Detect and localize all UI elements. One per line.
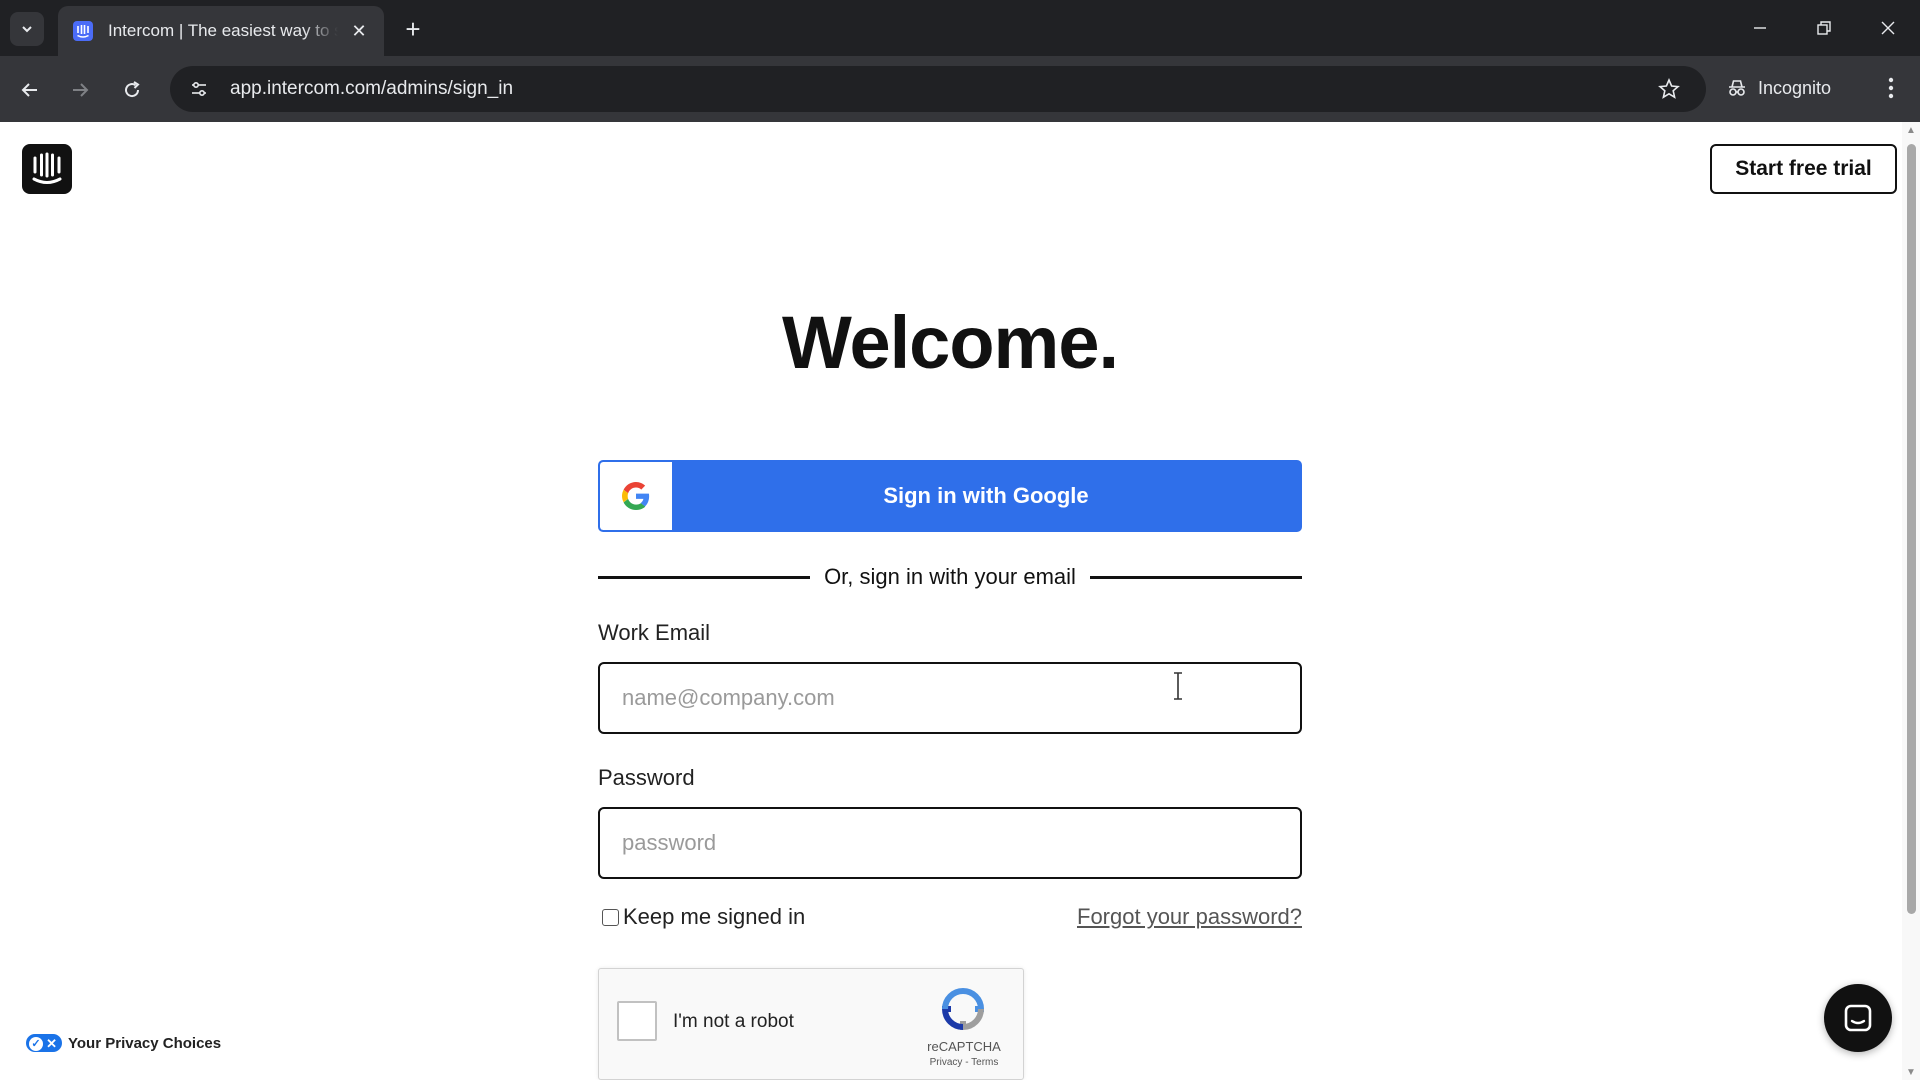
password-label: Password [598,765,695,790]
start-free-trial-button[interactable]: Start free trial [1710,144,1897,194]
browser-tab[interactable]: Intercom | The easiest way to se ✕ [58,6,384,56]
recaptcha-checkbox[interactable] [617,1001,657,1041]
divider-line [1089,575,1302,579]
keep-signed-in-label: Keep me signed in [623,904,806,929]
intercom-logo[interactable] [22,144,72,194]
text-cursor-icon [1174,672,1182,700]
forgot-password-link[interactable]: Forgot your password? [1060,904,1302,930]
tune-icon [192,81,206,97]
minimize-button[interactable] [1736,8,1784,48]
back-button[interactable] [12,72,48,108]
page-scrollbar[interactable]: ▲ ▼ [1902,122,1920,1080]
browser-tab-bar: Intercom | The easiest way to se ✕ + [0,0,1920,56]
reload-icon [125,81,140,98]
window-close-button[interactable] [1864,8,1912,48]
or-divider: Or, sign in with your email [598,562,1302,592]
sign-in-with-google-button[interactable]: Sign in with Google [598,460,1302,532]
tab-search-button[interactable] [10,12,44,46]
bookmark-button[interactable] [1654,74,1684,104]
forward-button[interactable] [62,72,98,108]
chat-icon [1844,1004,1872,1032]
intercom-logo-icon [32,152,62,184]
plus-icon: + [405,13,421,44]
arrow-left-icon [21,83,37,97]
incognito-icon [1729,80,1745,96]
password-field[interactable] [598,807,1302,879]
restore-button[interactable] [1800,8,1848,48]
scroll-down-icon[interactable]: ▼ [1906,1068,1916,1078]
arrow-right-icon [73,83,89,97]
site-info-button[interactable] [182,72,216,106]
divider-text: Or, sign in with your email [824,564,1076,589]
minimize-icon [1754,27,1766,29]
url-text: app.intercom.com/admins/sign_in [230,78,514,99]
recaptcha-terms-link[interactable]: Privacy - Terms [919,1057,1009,1068]
incognito-indicator[interactable]: Incognito [1726,66,1831,110]
privacy-toggle-icon: ✓ ✕ [26,1034,62,1052]
chevron-down-icon [22,26,32,33]
browser-menu-button[interactable] [1876,70,1906,106]
google-icon [600,462,672,530]
email-label: Work Email [598,620,711,645]
keep-signed-in[interactable]: Keep me signed in [602,904,805,930]
email-field[interactable] [598,662,1302,734]
more-vertical-icon [1888,77,1894,99]
restore-icon [1817,21,1831,35]
recaptcha-label: I'm not a robot [673,1011,794,1032]
page-title: Welcome. [781,301,1119,384]
privacy-choices-label: Your Privacy Choices [68,1034,222,1052]
recaptcha-brand: reCAPTCHA [927,1039,1001,1054]
intercom-favicon-icon [72,20,94,42]
keep-signed-in-checkbox[interactable] [602,908,619,926]
chat-launcher-button[interactable] [1824,984,1892,1052]
privacy-choices-link[interactable]: ✓ ✕ Your Privacy Choices [26,1034,221,1052]
close-icon [1881,21,1895,35]
recaptcha-logo-icon [941,988,985,1031]
sign-in-page: Start free trial Welcome. Sign in with G… [0,122,1902,1080]
recaptcha-widget: I'm not a robot reCAPTCHA Privacy - Term… [598,968,1024,1080]
scroll-up-icon[interactable]: ▲ [1906,126,1916,136]
tab-title: Intercom | The easiest way to se [108,21,338,40]
new-tab-button[interactable]: + [396,12,430,46]
scrollbar-thumb[interactable] [1907,144,1916,914]
reload-button[interactable] [114,72,150,108]
google-button-label: Sign in with Google [883,483,1089,508]
star-icon [1658,78,1680,99]
address-bar[interactable]: app.intercom.com/admins/sign_in [170,66,1706,112]
incognito-label: Incognito [1758,77,1832,98]
browser-toolbar: app.intercom.com/admins/sign_in [0,56,1920,122]
close-icon[interactable]: ✕ [348,20,370,42]
divider-line [598,575,811,579]
